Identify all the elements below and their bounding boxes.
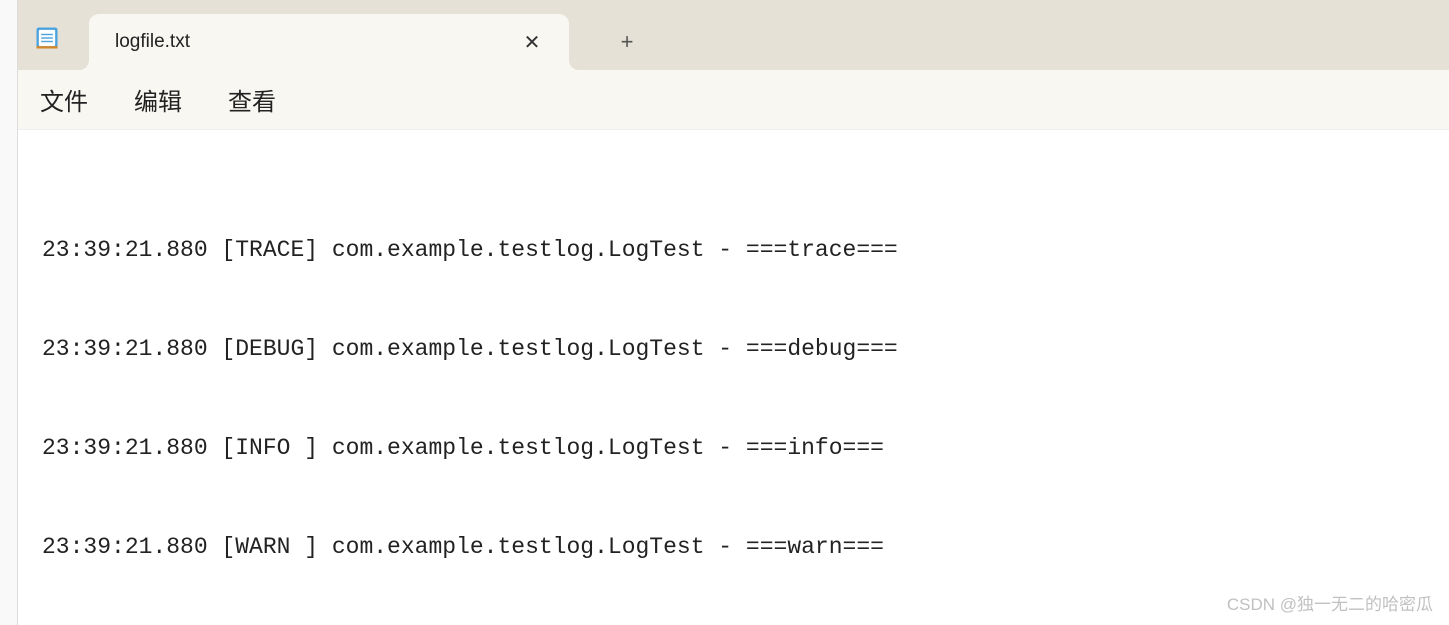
menu-bar: 文件 编辑 查看 — [18, 70, 1449, 130]
tab-title: logfile.txt — [115, 31, 517, 53]
log-line: 23:39:21.880 [TRACE] com.example.testlog… — [42, 234, 1449, 267]
watermark: CSDN @独一无二的哈密瓜 — [1227, 590, 1433, 615]
active-tab[interactable]: logfile.txt ✕ — [89, 14, 569, 70]
menu-edit[interactable]: 编辑 — [132, 77, 184, 122]
text-content-area[interactable]: 23:39:21.880 [TRACE] com.example.testlog… — [18, 130, 1449, 625]
new-tab-button[interactable]: + — [607, 22, 647, 62]
log-line: 23:39:21.880 [INFO ] com.example.testlog… — [42, 432, 1449, 465]
log-line: 23:39:21.880 [DEBUG] com.example.testlog… — [42, 333, 1449, 366]
tabs-bar: logfile.txt ✕ + — [18, 0, 1449, 70]
notepad-window: logfile.txt ✕ + 文件 编辑 查看 23:39:21.880 [T… — [18, 0, 1449, 625]
notepad-app-icon — [33, 24, 61, 52]
menu-file[interactable]: 文件 — [38, 77, 90, 122]
close-tab-button[interactable]: ✕ — [517, 27, 547, 57]
menu-view[interactable]: 查看 — [226, 77, 278, 122]
editor-left-sliver — [0, 0, 18, 625]
log-line: 23:39:21.880 [WARN ] com.example.testlog… — [42, 531, 1449, 564]
